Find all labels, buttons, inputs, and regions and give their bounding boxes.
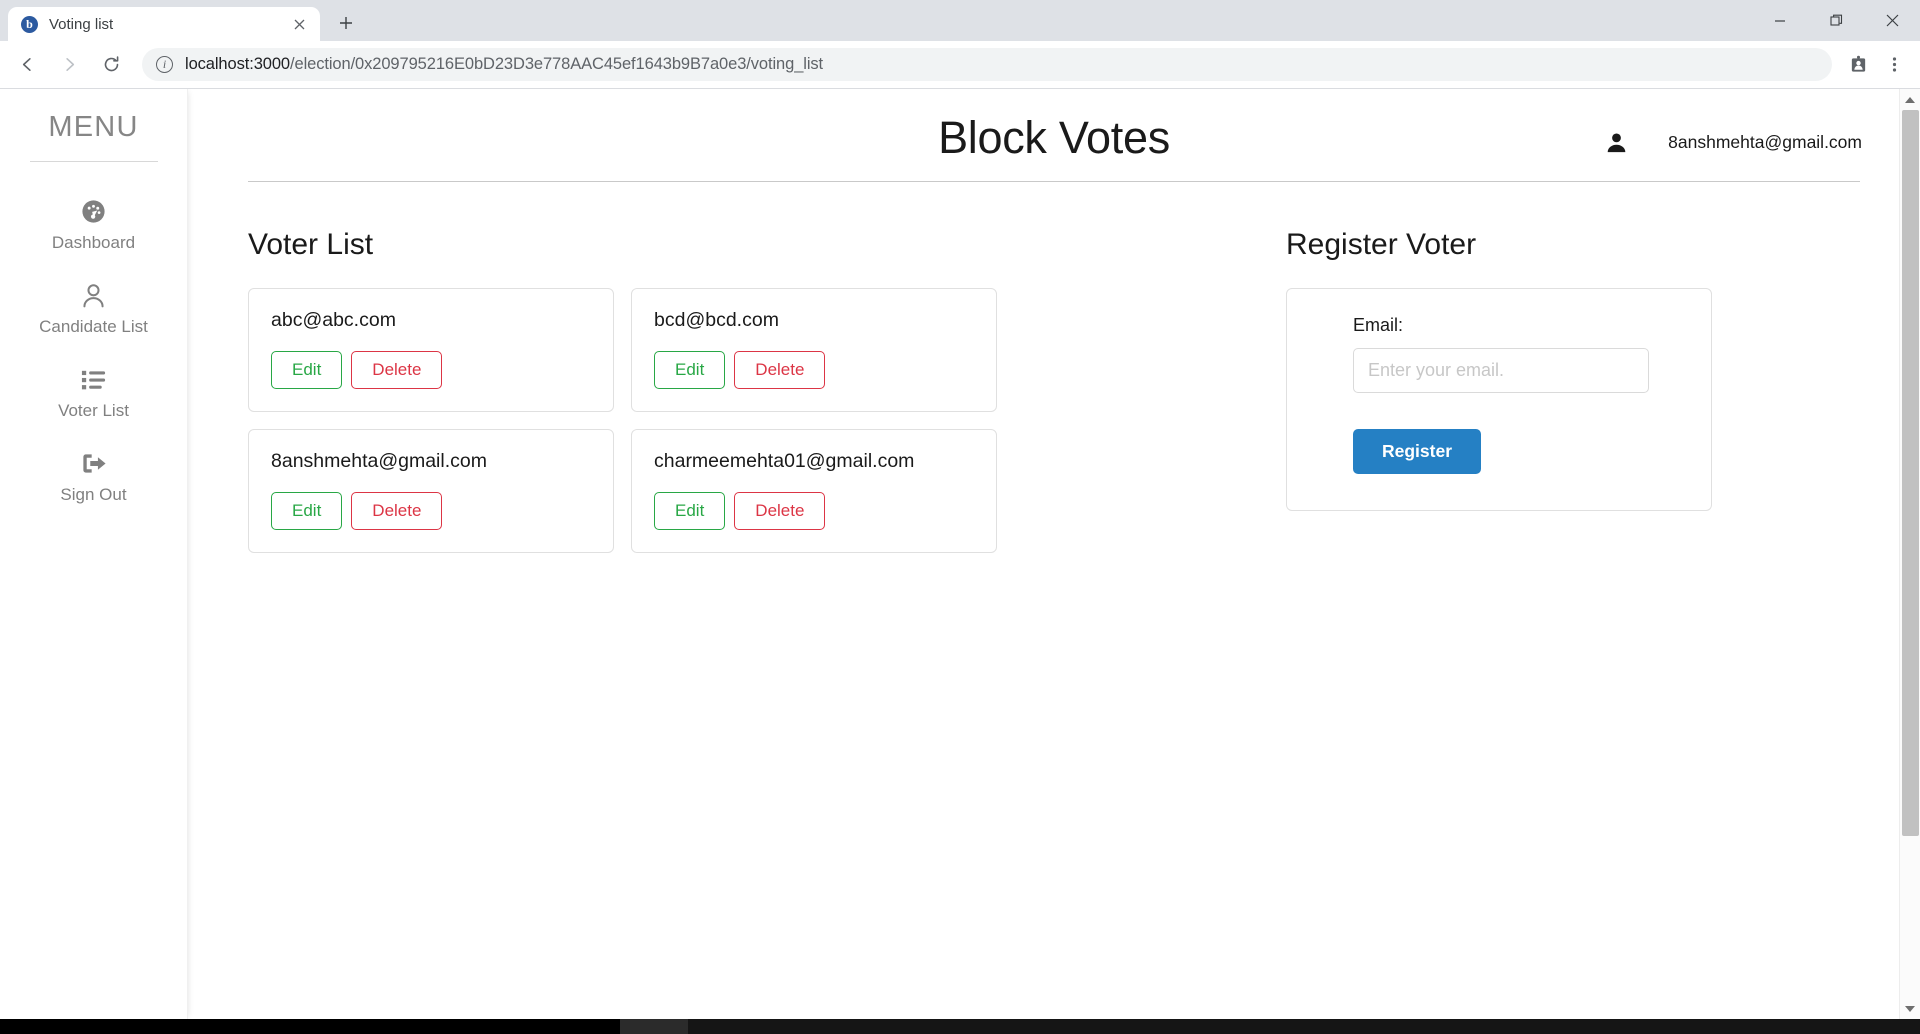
forward-button[interactable] — [50, 46, 88, 84]
voter-card: 8anshmehta@gmail.com Edit Delete — [248, 429, 614, 554]
sidebar-item-label: Voter List — [58, 401, 129, 420]
page-scrollbar[interactable] — [1899, 89, 1920, 1019]
register-voter-section: Register Voter Email: Register — [1238, 228, 1860, 553]
new-tab-button[interactable] — [329, 6, 363, 40]
sidebar: MENU Dashboard Candidate List Voter List — [0, 89, 188, 1019]
register-voter-card: Email: Register — [1286, 288, 1712, 511]
three-dot-menu-icon[interactable] — [1876, 47, 1912, 83]
url-path: /election/0x209795216E0bD23D3e778AAC45ef… — [290, 55, 824, 73]
edit-button[interactable]: Edit — [271, 492, 343, 531]
browser-window: b Voting list i localhost:3000/election/… — [0, 0, 1920, 1034]
scrollbar-thumb[interactable] — [1902, 110, 1919, 836]
scroll-down-arrow-icon[interactable] — [1900, 998, 1920, 1019]
scroll-up-arrow-icon[interactable] — [1900, 89, 1920, 110]
voter-actions: Edit Delete — [654, 351, 974, 390]
sidebar-item-candidate-list[interactable]: Candidate List — [0, 280, 187, 337]
delete-button[interactable]: Delete — [351, 351, 443, 390]
minimize-button[interactable] — [1752, 0, 1808, 41]
voter-email: bcd@bcd.com — [654, 309, 779, 331]
email-field-label: Email: — [1353, 315, 1404, 335]
edit-button[interactable]: Edit — [654, 351, 726, 390]
page-header: Block Votes 8anshmehta@gmail.com — [188, 89, 1920, 165]
taskbar-active-window — [620, 1019, 688, 1034]
voter-list-section: Voter List abc@abc.com Edit Delete bcd@b… — [248, 228, 1238, 554]
voter-email: abc@abc.com — [271, 309, 396, 331]
delete-button[interactable]: Delete — [351, 492, 443, 531]
sidebar-title: MENU — [48, 111, 139, 143]
os-taskbar — [0, 1019, 1920, 1034]
voter-email: charmeemehta01@gmail.com — [654, 450, 915, 473]
url-host: localhost:3000 — [185, 55, 291, 73]
main-area: Voter List abc@abc.com Edit Delete bcd@b… — [188, 182, 1920, 554]
delete-button[interactable]: Delete — [734, 351, 826, 390]
register-button[interactable]: Register — [1353, 429, 1482, 474]
page-content: Block Votes 8anshmehta@gmail.com Voter L… — [188, 89, 1920, 1019]
dashboard-gauge-icon — [80, 196, 107, 226]
address-bar-url: localhost:3000/election/0x209795216E0bD2… — [185, 55, 823, 74]
tab-title: Voting list — [49, 15, 114, 33]
profile-card-icon[interactable] — [1840, 47, 1876, 83]
tab-strip: b Voting list — [0, 0, 1920, 41]
browser-toolbar: i localhost:3000/election/0x209795216E0b… — [0, 41, 1920, 89]
tab-favicon: b — [21, 15, 38, 33]
email-input[interactable] — [1353, 348, 1649, 393]
voter-list-title: Voter List — [248, 228, 374, 261]
person-icon — [1605, 131, 1628, 154]
user-account-area[interactable]: 8anshmehta@gmail.com — [1605, 131, 1862, 154]
sidebar-item-label: Sign Out — [60, 485, 127, 504]
reload-button[interactable] — [92, 46, 130, 84]
sidebar-item-dashboard[interactable]: Dashboard — [0, 196, 187, 253]
person-icon — [80, 280, 107, 310]
window-close-button[interactable] — [1864, 0, 1920, 41]
voter-card: bcd@bcd.com Edit Delete — [631, 288, 997, 413]
user-email: 8anshmehta@gmail.com — [1668, 132, 1862, 152]
voter-actions: Edit Delete — [271, 492, 591, 531]
register-voter-title: Register Voter — [1286, 228, 1477, 261]
sign-out-icon — [80, 448, 108, 478]
back-button[interactable] — [8, 46, 46, 84]
window-controls — [1752, 0, 1920, 41]
sidebar-item-label: Dashboard — [51, 233, 136, 252]
edit-button[interactable]: Edit — [271, 351, 343, 390]
delete-button[interactable]: Delete — [734, 492, 826, 531]
page-viewport: MENU Dashboard Candidate List Voter List — [0, 89, 1920, 1019]
maximize-restore-button[interactable] — [1808, 0, 1864, 41]
sidebar-item-sign-out[interactable]: Sign Out — [0, 448, 187, 505]
scrollbar-track[interactable] — [1900, 110, 1920, 998]
sidebar-divider — [29, 161, 158, 162]
voter-card: charmeemehta01@gmail.com Edit Delete — [631, 429, 997, 554]
voter-card: abc@abc.com Edit Delete — [248, 288, 614, 413]
taskbar-left — [0, 1019, 620, 1034]
voter-card-grid: abc@abc.com Edit Delete bcd@bcd.com Edit… — [248, 288, 1238, 554]
voter-email: 8anshmehta@gmail.com — [271, 450, 487, 473]
voter-actions: Edit Delete — [654, 492, 974, 531]
tab-close-icon[interactable] — [288, 13, 310, 35]
browser-tab[interactable]: b Voting list — [8, 7, 320, 41]
address-bar[interactable]: i localhost:3000/election/0x209795216E0b… — [142, 48, 1832, 81]
site-info-icon[interactable]: i — [156, 56, 173, 73]
taskbar-right — [688, 1019, 1920, 1034]
sidebar-item-voter-list[interactable]: Voter List — [0, 364, 187, 421]
voter-actions: Edit Delete — [271, 351, 591, 390]
edit-button[interactable]: Edit — [654, 492, 726, 531]
list-icon — [80, 364, 107, 394]
sidebar-item-label: Candidate List — [39, 317, 148, 336]
